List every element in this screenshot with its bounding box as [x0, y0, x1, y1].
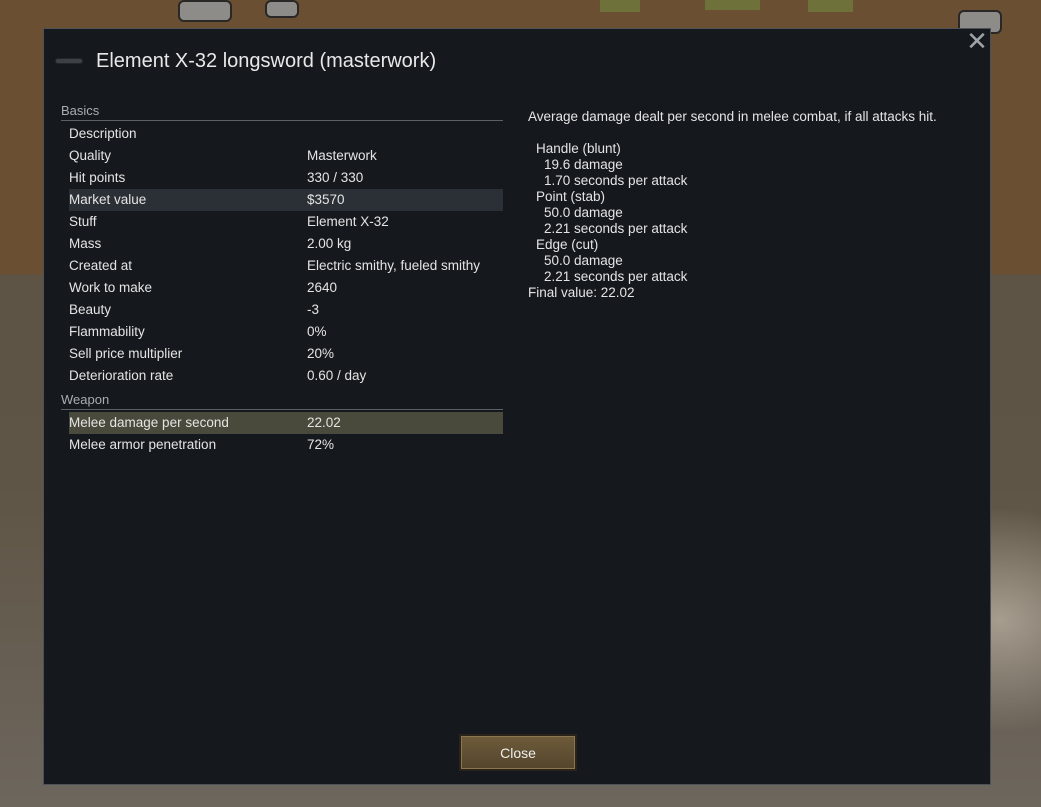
stat-row[interactable]: Work to make 2640: [69, 277, 503, 299]
section-header: Basics: [61, 102, 503, 121]
longsword-icon: [56, 59, 82, 63]
stat-value: 20%: [307, 346, 335, 361]
stat-explanation: Average damage dealt per second in melee…: [528, 109, 958, 301]
stat-label: Sell price multiplier: [69, 346, 183, 361]
stat-row[interactable]: Hit points 330 / 330: [69, 167, 503, 189]
close-button[interactable]: Close: [459, 734, 577, 771]
rock-tile: [265, 0, 299, 18]
grass-patch: [808, 0, 853, 12]
stat-value: [307, 123, 503, 145]
stat-label: Quality: [69, 148, 112, 163]
stat-label: Created at: [69, 258, 133, 273]
stat-row[interactable]: Deterioration rate 0.60 / day: [69, 365, 503, 387]
stat-label: Flammability: [69, 324, 145, 339]
stat-row[interactable]: Stuff Element X-32: [69, 211, 503, 233]
tool-damage: 50.0 damage: [544, 205, 623, 220]
item-info-dialog: ✕ Element X-32 longsword (masterwork) Ba…: [43, 28, 991, 785]
explanation-description: Average damage dealt per second in melee…: [528, 109, 937, 124]
stat-label: Market value: [69, 192, 147, 207]
stat-row[interactable]: Description: [69, 123, 503, 145]
stat-row[interactable]: Melee armor penetration 72%: [69, 434, 503, 456]
stat-row[interactable]: Market value $3570: [69, 189, 503, 211]
stat-label: Description: [69, 126, 137, 141]
stat-label: Stuff: [69, 214, 97, 229]
stat-row[interactable]: Mass 2.00 kg: [69, 233, 503, 255]
grass-patch: [600, 0, 640, 12]
stat-row[interactable]: Beauty -3: [69, 299, 503, 321]
stat-value: $3570: [307, 192, 345, 207]
tool-name: Point (stab): [536, 189, 606, 204]
stat-label: Beauty: [69, 302, 112, 317]
stat-row-selected[interactable]: Melee damage per second 22.02: [69, 412, 503, 434]
rock-tile: [178, 0, 232, 22]
title-row: Element X-32 longsword (masterwork): [56, 49, 436, 73]
stat-value: 2.00 kg: [307, 236, 352, 251]
stat-label: Melee damage per second: [69, 415, 229, 430]
stat-label: Hit points: [69, 170, 126, 185]
tool-cooldown: 1.70 seconds per attack: [544, 173, 688, 188]
stat-row[interactable]: Sell price multiplier 20%: [69, 343, 503, 365]
tool-damage: 19.6 damage: [544, 157, 623, 172]
stat-value: Element X-32: [307, 214, 389, 229]
stat-row[interactable]: Flammability 0%: [69, 321, 503, 343]
stat-value: 22.02: [307, 415, 341, 430]
grass-patch: [705, 0, 760, 10]
dialog-title: Element X-32 longsword (masterwork): [96, 49, 437, 72]
stat-row[interactable]: Quality Masterwork: [69, 145, 503, 167]
stat-value: 0%: [307, 324, 327, 339]
final-value: Final value: 22.02: [528, 285, 635, 300]
tool-name: Edge (cut): [536, 237, 599, 252]
stats-list: Basics Description Quality Masterwork Hit…: [61, 102, 503, 456]
stat-value: 72%: [307, 437, 335, 452]
stat-value: -3: [307, 302, 320, 317]
stat-value: Masterwork: [307, 148, 377, 163]
section-header: Weapon: [61, 391, 503, 410]
stat-label: Deterioration rate: [69, 368, 174, 383]
stat-value: 0.60 / day: [307, 368, 367, 383]
tool-damage: 50.0 damage: [544, 253, 623, 268]
stat-value: 330 / 330: [307, 170, 364, 185]
stat-label: Melee armor penetration: [69, 437, 217, 452]
stat-label: Mass: [69, 236, 102, 251]
stat-row[interactable]: Created at Electric smithy, fueled smithy: [69, 255, 503, 277]
stat-value: 2640: [307, 280, 338, 295]
close-icon[interactable]: ✕: [966, 28, 988, 54]
tool-name: Handle (blunt): [536, 141, 621, 156]
stat-value: Electric smithy, fueled smithy: [307, 258, 481, 273]
tool-cooldown: 2.21 seconds per attack: [544, 269, 688, 284]
stat-label: Work to make: [69, 280, 153, 295]
tool-cooldown: 2.21 seconds per attack: [544, 221, 688, 236]
